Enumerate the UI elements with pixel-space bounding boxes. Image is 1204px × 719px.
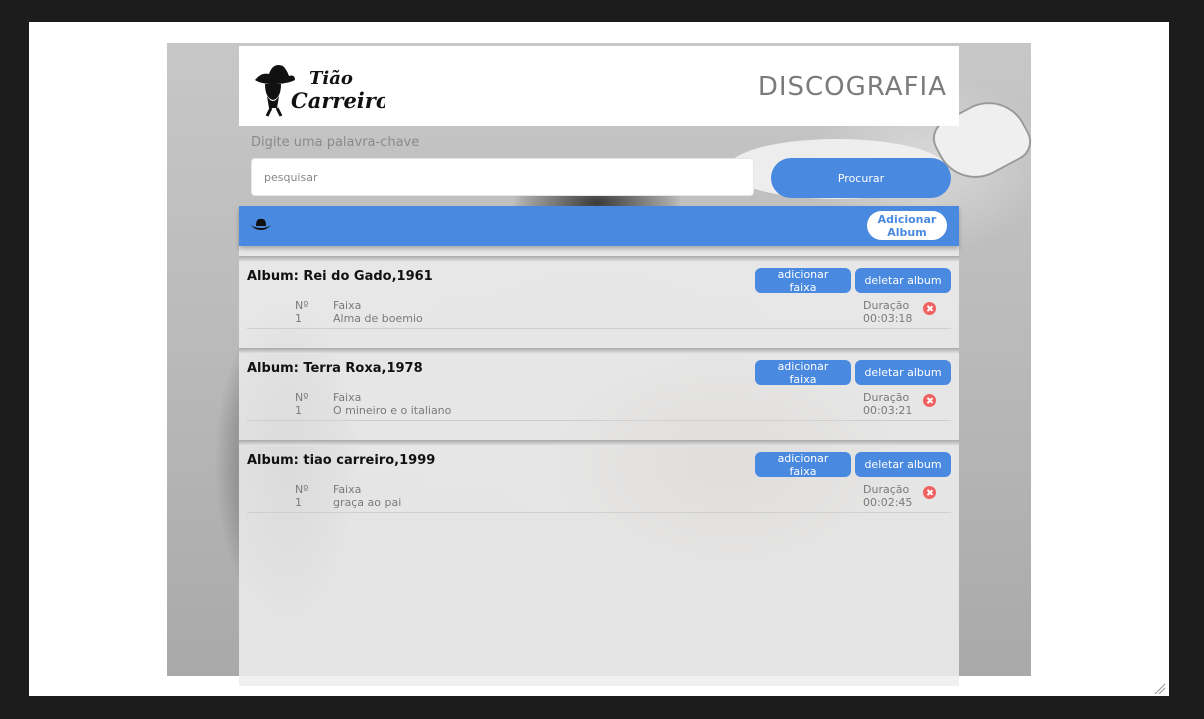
duration-header: Duração — [863, 483, 910, 496]
page-title: DISCOGRAFIA — [757, 72, 947, 102]
album-title: Album: Rei do Gado,1961 — [247, 269, 433, 284]
track-row: 1 O mineiro e o italiano 00:03:21 — [239, 404, 959, 418]
track-header-label: Faixa — [333, 299, 362, 312]
track-duration: 00:03:21 — [863, 404, 913, 417]
track-row: 1 graça ao pai 00:02:45 — [239, 496, 959, 510]
number-header: Nº — [295, 299, 309, 312]
track-name: O mineiro e o italiano — [333, 404, 452, 417]
delete-album-button[interactable]: deletar album — [855, 452, 951, 477]
track-header: Nº Faixa Duração — [239, 391, 959, 405]
resize-grip[interactable] — [1153, 682, 1165, 694]
album-divider — [247, 420, 951, 421]
tiao-carreiro-logo[interactable]: Tião Carreiro — [251, 58, 385, 118]
track-name: Alma de boemio — [333, 312, 423, 325]
duration-header: Duração — [863, 391, 910, 404]
album-title: Album: Terra Roxa,1978 — [247, 361, 423, 376]
search-input[interactable] — [251, 158, 754, 196]
track-name: graça ao pai — [333, 496, 402, 509]
track-row: 1 Alma de boemio 00:03:18 — [239, 312, 959, 326]
track-header-label: Faixa — [333, 483, 362, 496]
delete-track-icon[interactable] — [923, 486, 936, 499]
duration-header: Duração — [863, 299, 910, 312]
album-panel: Adicionar Album Album: Rei do Gado,1961 … — [239, 206, 959, 686]
album-title: Album: tiao carreiro,1999 — [247, 453, 436, 468]
track-number: 1 — [295, 312, 302, 325]
svg-text:Carreiro: Carreiro — [291, 88, 385, 113]
svg-text:Tião: Tião — [309, 68, 353, 89]
add-track-button[interactable]: adicionar faixa — [755, 452, 851, 478]
main-content: Tião Carreiro DISCOGRAFIA Digite uma pal… — [239, 43, 959, 686]
track-duration: 00:02:45 — [863, 496, 913, 509]
album-separator — [239, 440, 959, 446]
album-separator — [239, 348, 959, 354]
number-header: Nº — [295, 483, 309, 496]
track-number: 1 — [295, 496, 302, 509]
add-album-label-1: Adicionar — [877, 212, 937, 226]
album-divider — [247, 512, 951, 513]
delete-album-button[interactable]: deletar album — [855, 268, 951, 293]
track-header-label: Faixa — [333, 391, 362, 404]
album-card: Album: Terra Roxa,1978 adicionar faixa d… — [239, 348, 959, 432]
add-track-button[interactable]: adicionar faixa — [755, 360, 851, 386]
search-label: Digite uma palavra-chave — [251, 135, 420, 150]
track-header: Nº Faixa Duração — [239, 299, 959, 313]
delete-track-icon[interactable] — [923, 302, 936, 315]
delete-album-button[interactable]: deletar album — [855, 360, 951, 385]
add-album-button[interactable]: Adicionar Album — [867, 211, 947, 240]
delete-track-icon[interactable] — [923, 394, 936, 407]
header: Tião Carreiro DISCOGRAFIA — [239, 46, 959, 126]
track-header: Nº Faixa Duração — [239, 483, 959, 497]
track-duration: 00:03:18 — [863, 312, 913, 325]
add-track-button[interactable]: adicionar faixa — [755, 268, 851, 294]
number-header: Nº — [295, 391, 309, 404]
browser-window: Tião Carreiro DISCOGRAFIA Digite uma pal… — [29, 22, 1169, 696]
track-number: 1 — [295, 404, 302, 417]
album-divider — [247, 328, 951, 329]
search-button[interactable]: Procurar — [771, 158, 951, 198]
album-card: Album: tiao carreiro,1999 adicionar faix… — [239, 440, 959, 524]
cowboy-hat-icon — [251, 218, 271, 230]
toolbar: Adicionar Album — [239, 206, 959, 246]
add-album-label-2: Album — [887, 225, 927, 239]
album-separator — [239, 256, 959, 262]
album-card: Album: Rei do Gado,1961 adicionar faixa … — [239, 256, 959, 340]
